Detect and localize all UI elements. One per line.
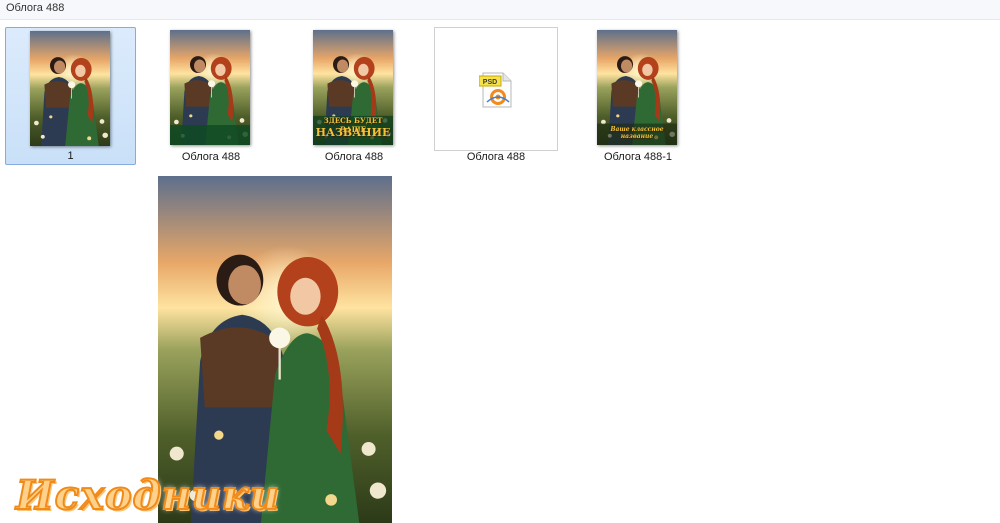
file-thumbnail: Ваше классное название — [597, 30, 677, 145]
file-caption: 1 — [67, 150, 74, 162]
image-preview — [158, 176, 392, 523]
file-caption: Облога 488 — [324, 151, 384, 163]
file-thumbnail — [30, 31, 110, 146]
file-item-5[interactable]: Ваше классное название Облога 488-1 — [575, 27, 701, 165]
cover-title-line2: НАЗВАНИЕ — [315, 126, 391, 139]
file-thumbnail — [170, 30, 250, 145]
file-caption: Облога 488 — [466, 151, 526, 163]
file-caption: Облога 488 — [181, 151, 241, 163]
file-caption: Облога 488-1 — [603, 151, 673, 163]
cover-title: Ваше классное название — [610, 126, 664, 140]
file-item-4[interactable]: PSD Облога 488 — [434, 27, 558, 165]
psd-thumbnail-frame: PSD — [434, 27, 558, 151]
file-thumbnail: ЗДЕСЬ БУДЕТ ВАШЕ НАЗВАНИЕ — [313, 30, 393, 145]
file-item-3[interactable]: ЗДЕСЬ БУДЕТ ВАШЕ НАЗВАНИЕ Облога 488 — [291, 27, 417, 165]
watermark-logo: Исходники — [15, 471, 280, 520]
window-title: Облога 488 — [0, 0, 1000, 20]
psd-file-icon: PSD — [479, 72, 512, 108]
psd-badge-text: PSD — [483, 79, 497, 86]
file-item-1[interactable]: 1 — [5, 27, 136, 165]
file-item-2[interactable]: Облога 488 — [148, 27, 274, 165]
